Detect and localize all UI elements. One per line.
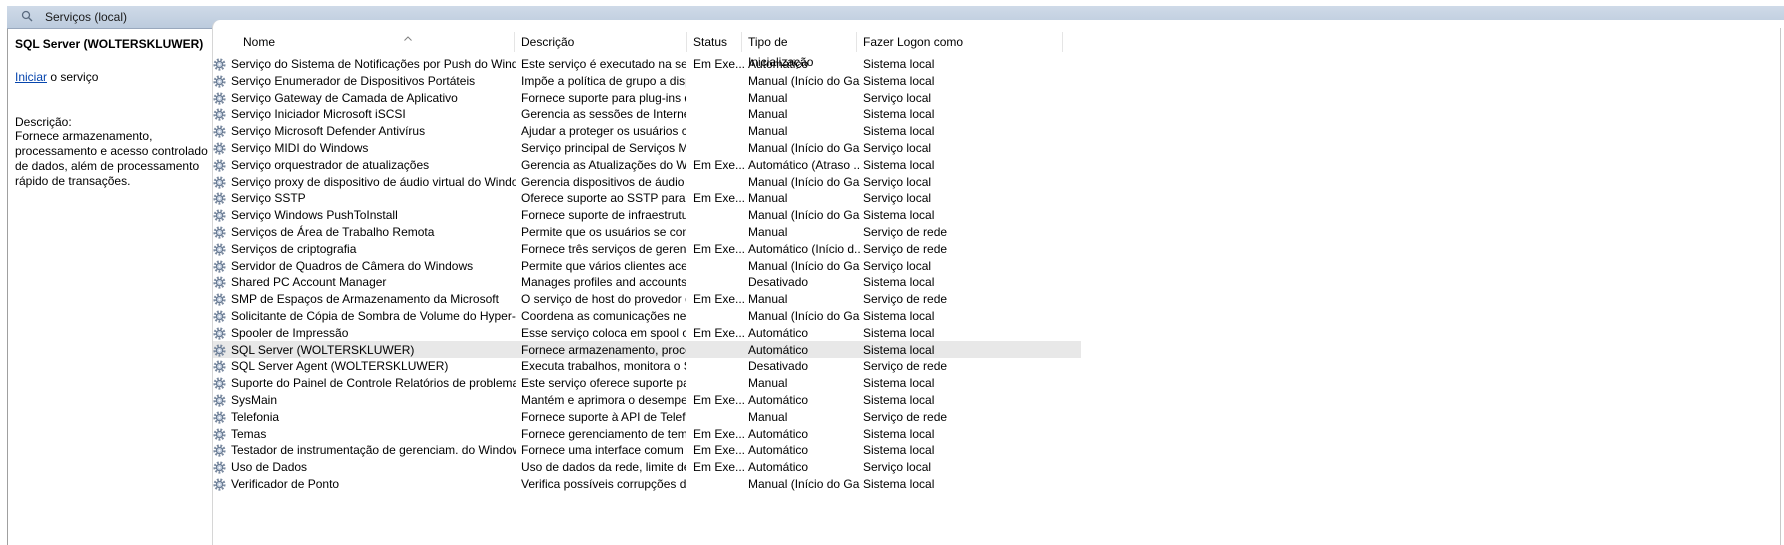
window-right-edge — [1780, 28, 1781, 545]
service-row[interactable]: Serviços de Área de Trabalho Remota Permi… — [213, 223, 1081, 240]
service-row[interactable]: SMP de Espaços de Armazenamento da Micro… — [213, 290, 1081, 307]
service-gear-icon — [213, 192, 226, 205]
service-name: Verificador de Ponto — [231, 477, 340, 491]
column-header: Nome Descrição Status Tipo de Inicializa… — [213, 32, 1784, 69]
service-gear-icon — [213, 360, 226, 373]
column-header-status[interactable]: Status — [687, 32, 742, 52]
service-gear-icon — [213, 377, 226, 390]
selected-service-title: SQL Server (WOLTERSKLUWER) — [15, 37, 204, 51]
service-gear-icon — [213, 478, 226, 491]
service-logon-as: Sistema local — [863, 477, 935, 491]
service-row[interactable]: Serviço proxy de dispositivo de áudio vi… — [213, 173, 1081, 190]
column-header-startup-type[interactable]: Tipo de Inicialização — [742, 32, 857, 69]
column-header-log-on-as[interactable]: Fazer Logon como — [857, 32, 1063, 52]
service-gear-icon — [213, 461, 226, 474]
column-header-name[interactable]: Nome — [213, 32, 515, 52]
service-row[interactable]: Serviço Enumerador de Dispositivos Portá… — [213, 72, 1081, 89]
service-gear-icon — [213, 394, 226, 407]
service-row[interactable]: Serviço Microsoft Defender Antivírus Ajud… — [213, 122, 1081, 139]
service-gear-icon — [213, 226, 226, 239]
service-row[interactable]: Solicitante de Cópia de Sombra de Volume… — [213, 307, 1081, 324]
service-gear-icon — [213, 159, 226, 172]
services-list-pane: Nome Descrição Status Tipo de Inicializa… — [212, 20, 1784, 545]
service-row[interactable]: Serviço SSTP Oferece suporte ao SSTP para… — [213, 189, 1081, 206]
service-gear-icon — [213, 58, 226, 71]
service-gear-icon — [213, 276, 226, 289]
service-row[interactable]: Serviços de criptografia Fornece três ser… — [213, 240, 1081, 257]
service-row[interactable]: TelefoniaFornece suporte à API de Telefo… — [213, 408, 1081, 425]
service-row[interactable]: Serviço Gateway de Camada de Aplicativo F… — [213, 89, 1081, 106]
service-row[interactable]: Serviço Windows PushToInstall Fornece sup… — [213, 206, 1081, 223]
service-row[interactable]: Spooler de Impressão Esse serviço coloca … — [213, 324, 1081, 341]
service-gear-icon — [213, 125, 226, 138]
extended-description-pane: SQL Server (WOLTERSKLUWER) Iniciar o ser… — [8, 29, 210, 545]
service-gear-icon — [213, 411, 226, 424]
service-row[interactable]: Serviço orquestrador de atualizações Gere… — [213, 156, 1081, 173]
service-row[interactable]: Verificador de Ponto Verifica possíveis c… — [213, 475, 1081, 492]
service-gear-icon — [213, 209, 226, 222]
service-gear-icon — [213, 344, 226, 357]
service-row[interactable]: Servidor de Quadros de Câmera do Windows… — [213, 257, 1081, 274]
service-row[interactable]: SysMainMantém e aprimora o desempen...Em… — [213, 391, 1081, 408]
start-service-suffix: o serviço — [47, 70, 99, 84]
service-description: Fornece armazenamento, processamento e a… — [15, 129, 208, 188]
pane-title: Serviços (local) — [45, 10, 128, 24]
service-row[interactable]: SQL Server (WOLTERSKLUWER) Fornece armaze… — [213, 340, 1081, 358]
service-gear-icon — [213, 92, 226, 105]
service-row[interactable]: Uso de Dados Uso de dados da rede, limite… — [213, 458, 1081, 475]
service-row[interactable]: Serviço do Sistema de Notificações por P… — [213, 55, 1081, 72]
service-row[interactable]: Serviço Iniciador Microsoft iSCSI Gerenci… — [213, 105, 1081, 122]
service-row[interactable]: Testador de instrumentação de gerenciam.… — [213, 441, 1081, 458]
service-desc: Verifica possíveis corrupções do ... — [521, 477, 686, 491]
service-startup-type: Manual (Início do Ga... — [748, 477, 860, 491]
service-action: Iniciar o serviço — [15, 70, 98, 84]
service-gear-icon — [213, 428, 226, 441]
search-services-icon — [21, 10, 33, 22]
service-gear-icon — [213, 310, 226, 323]
service-gear-icon — [213, 142, 226, 155]
service-row[interactable]: Suporte do Painel de Controle Relatórios… — [213, 374, 1081, 391]
service-gear-icon — [213, 444, 226, 457]
start-service-link[interactable]: Iniciar — [15, 70, 47, 84]
service-gear-icon — [213, 293, 226, 306]
service-gear-icon — [213, 260, 226, 273]
description-label: Descrição: — [15, 115, 72, 129]
service-gear-icon — [213, 108, 226, 121]
service-gear-icon — [213, 176, 226, 189]
service-gear-icon — [213, 243, 226, 256]
service-row[interactable]: SQL Server Agent (WOLTERSKLUWER) Executa … — [213, 357, 1081, 374]
service-row[interactable]: TemasFornece gerenciamento de tema...Em … — [213, 425, 1081, 442]
service-row[interactable]: Shared PC Account Manager Manages profile… — [213, 273, 1081, 290]
service-status — [693, 475, 745, 494]
column-header-description[interactable]: Descrição — [515, 32, 687, 52]
service-gear-icon — [213, 327, 226, 340]
service-row[interactable]: Serviço MIDI do Windows Serviço principal… — [213, 139, 1081, 156]
service-gear-icon — [213, 75, 226, 88]
